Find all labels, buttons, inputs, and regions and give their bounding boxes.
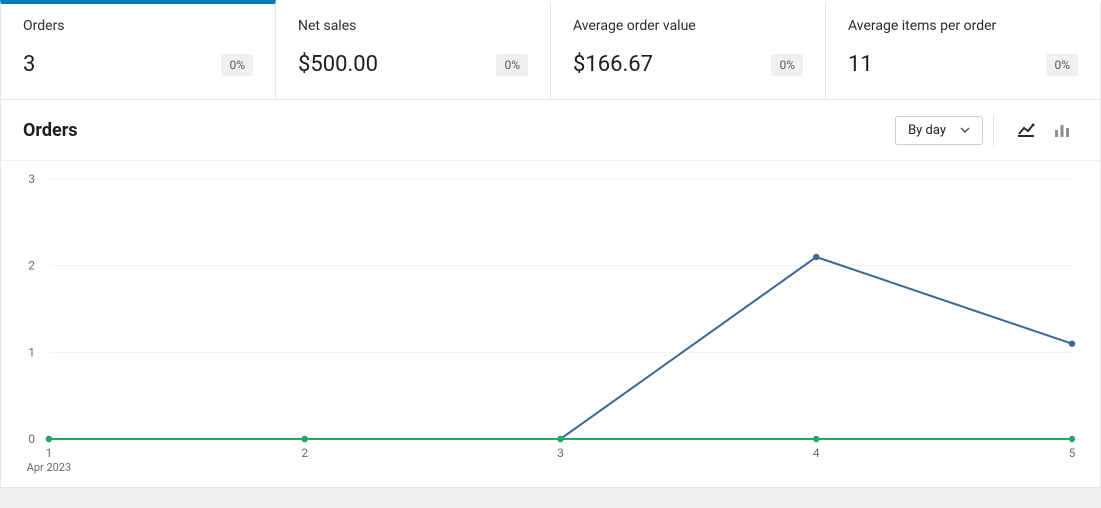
svg-text:5: 5 xyxy=(1069,446,1076,460)
stat-card-net-sales[interactable]: Net sales $500.00 0% xyxy=(276,0,551,100)
stat-label: Average items per order xyxy=(848,18,1078,34)
svg-text:2: 2 xyxy=(28,259,35,273)
bar-chart-icon xyxy=(1052,120,1072,140)
orders-line-chart: 01231Apr 20232345 xyxy=(19,169,1082,479)
stat-label: Net sales xyxy=(298,18,528,34)
stat-change-badge: 0% xyxy=(496,54,528,76)
stat-label: Orders xyxy=(23,18,253,34)
svg-text:4: 4 xyxy=(813,446,820,460)
svg-text:2: 2 xyxy=(301,446,308,460)
svg-text:Apr 2023: Apr 2023 xyxy=(27,461,71,474)
stat-card-avg-order-value[interactable]: Average order value $166.67 0% xyxy=(551,0,826,100)
bar-chart-button[interactable] xyxy=(1046,114,1078,146)
stat-card-avg-items[interactable]: Average items per order 11 0% xyxy=(826,0,1101,100)
stat-change-badge: 0% xyxy=(221,54,253,76)
chart-title: Orders xyxy=(23,120,78,141)
stat-value: 3 xyxy=(23,52,35,77)
stat-value: 11 xyxy=(848,52,873,77)
stat-change-badge: 0% xyxy=(1046,54,1078,76)
stat-value: $166.67 xyxy=(573,52,653,77)
chart-body: 01231Apr 20232345 xyxy=(1,161,1100,487)
chart-view-toggle xyxy=(993,114,1078,146)
chart-controls: By day xyxy=(895,114,1078,146)
svg-text:1: 1 xyxy=(46,446,53,460)
line-chart-button[interactable] xyxy=(1010,114,1042,146)
svg-text:3: 3 xyxy=(557,446,564,460)
chevron-down-icon xyxy=(960,125,970,135)
chart-header: Orders By day xyxy=(1,100,1100,161)
svg-text:0: 0 xyxy=(28,432,35,446)
chart-panel: Orders By day xyxy=(0,100,1101,488)
stat-value: $500.00 xyxy=(298,52,378,77)
interval-label: By day xyxy=(908,123,946,138)
interval-select[interactable]: By day xyxy=(895,116,983,145)
line-chart-icon xyxy=(1016,120,1036,140)
stats-row: Orders 3 0% Net sales $500.00 0% Average… xyxy=(0,0,1101,100)
stat-card-orders[interactable]: Orders 3 0% xyxy=(0,0,276,100)
svg-text:3: 3 xyxy=(28,172,35,186)
stat-label: Average order value xyxy=(573,18,803,34)
stat-change-badge: 0% xyxy=(771,54,803,76)
svg-text:1: 1 xyxy=(28,345,35,359)
